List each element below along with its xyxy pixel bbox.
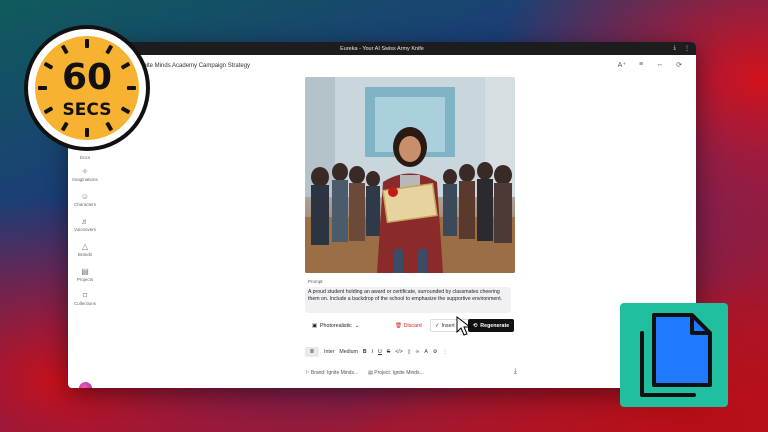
settings-icon[interactable]: ⚙ (433, 349, 438, 355)
insert-label: Insert (441, 322, 455, 329)
project-selector[interactable]: ▤ Project: Ignite Minds... (368, 370, 424, 376)
font-select[interactable]: Inter (324, 349, 334, 355)
sidebar-item-imaginations[interactable]: ✧ Imaginations (68, 167, 102, 182)
sidebar-item-projects[interactable]: ▤ Projects (68, 267, 102, 282)
document-icon[interactable]: ▯ (408, 349, 411, 355)
sidebar-item-label: Projects (76, 277, 94, 282)
document-title[interactable]: gnite Minds Academy Campaign Strategy (140, 63, 250, 69)
sidebar-item-label: Brands (77, 252, 93, 257)
timer-unit: SECS (62, 100, 112, 120)
sidebar-item-label: Characters (73, 202, 96, 207)
chevron-down-icon: ⌄ (354, 323, 360, 329)
brand-icon: △ (81, 242, 89, 251)
copy-icon (640, 313, 712, 397)
sidebar-item-brands[interactable]: △ Brands (68, 242, 102, 257)
timer-value: 60 (61, 57, 113, 98)
sidebar-item-label: Voiceovers (73, 227, 96, 232)
refresh-icon[interactable]: ⟳ (676, 61, 682, 69)
check-icon: ✓ (435, 322, 440, 329)
download-icon[interactable]: ⤓ (514, 368, 517, 376)
workspace-avatar[interactable] (79, 382, 92, 388)
text-style-icon[interactable]: A⁺ (618, 61, 626, 69)
projects-icon: ▤ (81, 267, 89, 276)
sparkle-icon: ✧ (81, 167, 89, 176)
voiceover-icon: ♬ (81, 217, 89, 226)
image-style-icon: ▣ (312, 323, 318, 329)
project-label: Project: Ignite Minds... (374, 370, 424, 376)
image-actions: ▣ Photorealistic ⌄ 🗑 Discard ✓ Insert ⟲ … (305, 319, 515, 333)
link-icon[interactable]: ∞ (416, 349, 420, 355)
brand-selector[interactable]: ⚐ Brand: Ignite Minds... (305, 370, 358, 376)
bold-button[interactable]: B (363, 349, 367, 355)
student-photo-illustration (305, 77, 515, 273)
sidebar-item-label: Imaginations (72, 177, 98, 182)
title-bar: Eureka - Your AI Swiss Army Knife ⤓ ⋮ (68, 42, 696, 55)
prompt-input[interactable]: A proud student holding an award or cert… (305, 287, 511, 313)
download-icon[interactable]: ⤓ (673, 45, 676, 52)
more-menu-icon[interactable]: ⋮ (684, 45, 690, 52)
style-dropdown[interactable]: ▣ Photorealistic ⌄ (308, 320, 363, 332)
editor-footer: ⚐ Brand: Ignite Minds... ▤ Project: Igni… (305, 366, 517, 380)
sidebar-item-collections[interactable]: ⌑ Collections (68, 291, 102, 306)
brand-label: Brand: Ignite Minds... (310, 370, 359, 376)
app-window: Eureka - Your AI Swiss Army Knife ⤓ ⋮ gn… (68, 42, 696, 388)
timer-badge: 60 SECS (24, 25, 150, 151)
generated-image-card: Prompt A proud student holding an award … (305, 77, 515, 347)
bookmark-icon: ⌑ (82, 291, 88, 300)
italic-button[interactable]: I (372, 349, 373, 355)
style-label: Photorealistic (320, 323, 352, 329)
size-select[interactable]: Medium (339, 349, 357, 355)
highlight-icon[interactable]: A (424, 349, 427, 355)
prompt-label: Prompt (308, 279, 323, 284)
regenerate-label: Regenerate (480, 322, 510, 329)
copy-badge (620, 303, 728, 407)
sidebar-item-label: Docs (79, 155, 91, 160)
paragraph-style-button[interactable]: ≣ (305, 346, 319, 357)
expand-icon[interactable]: ↔ (656, 61, 663, 69)
discard-button[interactable]: 🗑 Discard (395, 320, 422, 332)
strikethrough-button[interactable]: S (387, 349, 390, 355)
discard-label: Discard (403, 323, 422, 329)
code-button[interactable]: </> (395, 349, 403, 355)
sidebar-item-voiceovers[interactable]: ♬ Voiceovers (68, 217, 102, 232)
more-options-icon[interactable]: ⋮ (442, 349, 447, 355)
generated-image[interactable] (305, 77, 515, 273)
list-icon[interactable]: ≡ (639, 61, 643, 69)
regenerate-button[interactable]: ⟲ Regenerate (468, 319, 514, 332)
sidebar-item-docs[interactable]: Docs (68, 155, 102, 160)
window-title: Eureka - Your AI Swiss Army Knife (340, 45, 424, 52)
sidebar-item-label: Collections (73, 301, 96, 306)
trash-icon: 🗑 (395, 323, 402, 329)
mouse-cursor-icon (456, 316, 472, 336)
editor-toolbar: ≣ Inter Medium B I U S </> ▯ ∞ A ⚙ ⋮ (305, 345, 517, 358)
timer-face: 60 SECS (35, 36, 139, 140)
sidebar-item-characters[interactable]: ☺ Characters (68, 192, 102, 207)
document-header: gnite Minds Academy Campaign Strategy A⁺… (68, 55, 696, 77)
characters-icon: ☺ (80, 192, 90, 201)
underline-button[interactable]: U (378, 349, 382, 355)
